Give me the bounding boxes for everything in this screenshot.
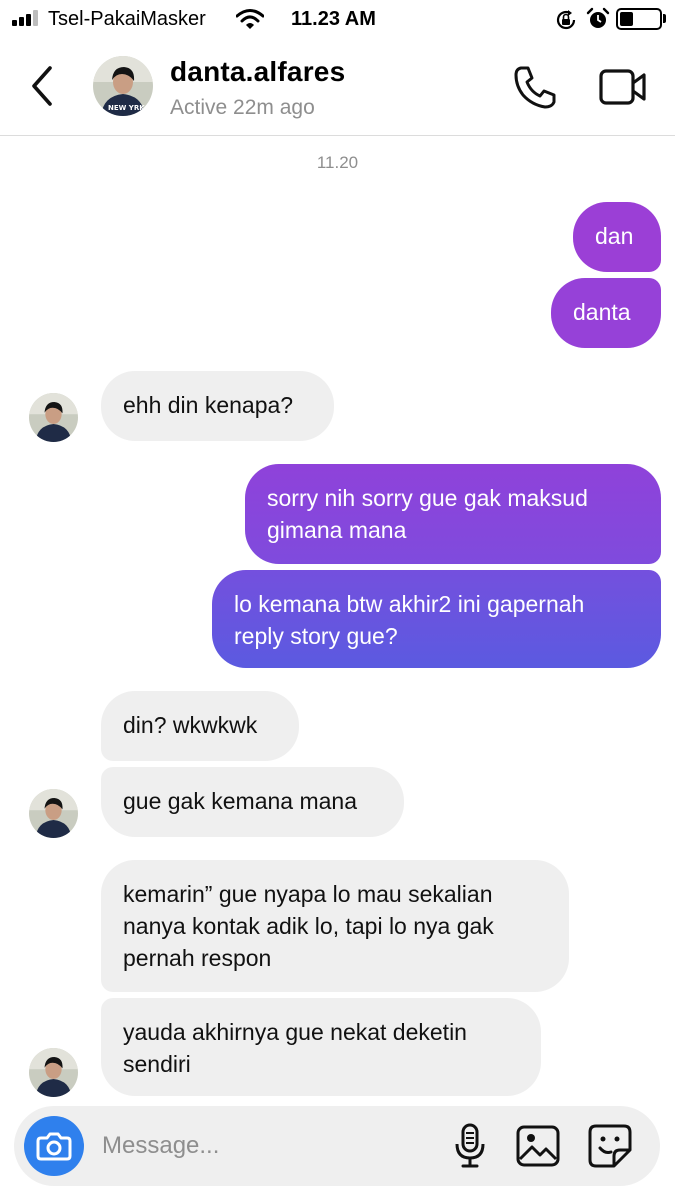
message-line: sendiri: [123, 1051, 191, 1077]
incoming-message[interactable]: din? wkwkwk: [101, 691, 299, 761]
camera-button[interactable]: [24, 1116, 84, 1176]
message-composer: Message...: [14, 1106, 660, 1186]
incoming-message[interactable]: kemarin” gue nyapa lo mau sekalian nanya…: [101, 860, 569, 992]
profile-photo: [29, 393, 78, 442]
signal-icon: [12, 10, 42, 26]
incoming-message[interactable]: gue gak kemana mana: [101, 767, 404, 837]
message-line: yauda akhirnya gue nekat deketin: [123, 1019, 467, 1045]
outgoing-message[interactable]: lo kemana btw akhir2 ini gapernah reply …: [212, 570, 661, 668]
svg-text:NEW YRK: NEW YRK: [108, 104, 145, 112]
profile-photo: NEW YRK: [93, 56, 153, 116]
video-camera-icon[interactable]: [598, 66, 648, 110]
contact-username[interactable]: danta.alfares: [170, 56, 345, 88]
orientation-lock-icon: [556, 10, 576, 30]
chat-header: NEW YRK danta.alfares Active 22m ago: [0, 40, 675, 136]
message-line: pernah respon: [123, 945, 272, 971]
avatar[interactable]: NEW YRK: [93, 56, 153, 116]
battery-cap: [663, 14, 666, 23]
clock: 11.23 AM: [291, 8, 376, 30]
phone-icon[interactable]: [512, 64, 558, 110]
outgoing-message[interactable]: danta: [551, 278, 661, 348]
sticker-icon[interactable]: [588, 1124, 632, 1168]
camera-icon: [36, 1132, 72, 1161]
message-line: sorry nih sorry gue gak maksud: [267, 485, 588, 511]
microphone-icon[interactable]: [454, 1122, 486, 1170]
message-text: dan: [595, 223, 634, 249]
avatar[interactable]: [29, 1048, 78, 1097]
profile-photo: [29, 1048, 78, 1097]
profile-photo: [29, 789, 78, 838]
outgoing-message[interactable]: dan: [573, 202, 661, 272]
message-line: kemarin” gue nyapa lo mau sekalian: [123, 881, 493, 907]
carrier-name: Tsel-PakaiMasker: [48, 8, 206, 30]
message-text: danta: [573, 299, 631, 325]
back-arrow-icon[interactable]: [26, 64, 60, 108]
incoming-message[interactable]: yauda akhirnya gue nekat deketin sendiri: [101, 998, 541, 1096]
alarm-icon: [586, 7, 610, 28]
avatar[interactable]: [29, 789, 78, 838]
outgoing-message[interactable]: sorry nih sorry gue gak maksud gimana ma…: [245, 464, 661, 564]
message-text: din? wkwkwk: [123, 712, 258, 738]
message-input[interactable]: Message...: [102, 1132, 219, 1160]
incoming-message[interactable]: ehh din kenapa?: [101, 371, 334, 441]
message-timestamp: 11.20: [316, 153, 359, 172]
message-line: gimana mana: [267, 517, 407, 543]
message-text: gue gak kemana mana: [123, 788, 357, 814]
avatar[interactable]: [29, 393, 78, 442]
message-line: lo kemana btw akhir2 ini gapernah: [234, 591, 585, 617]
status-bar: Tsel-PakaiMasker 11.23 AM: [0, 0, 675, 40]
gallery-icon[interactable]: [516, 1125, 560, 1167]
battery-icon: [616, 8, 662, 30]
wifi-icon: [236, 9, 264, 29]
message-line: nanya kontak adik lo, tapi lo nya gak: [123, 913, 494, 939]
active-status: Active 22m ago: [170, 96, 315, 119]
message-line: reply story gue?: [234, 623, 398, 649]
message-text: ehh din kenapa?: [123, 392, 294, 418]
